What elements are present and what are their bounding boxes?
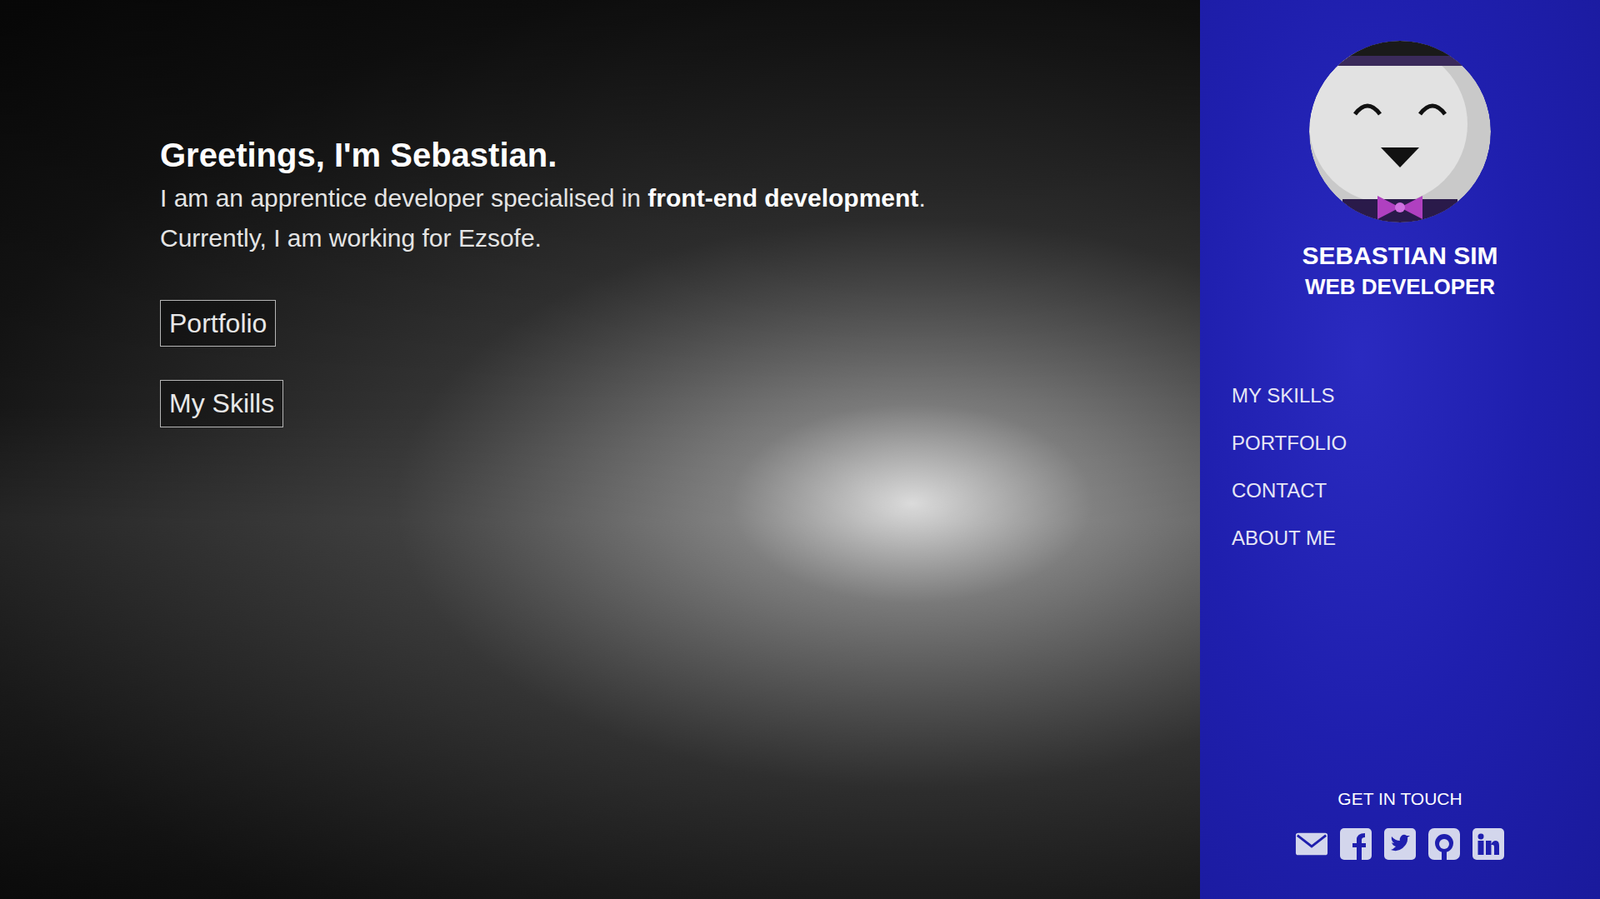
twitter-icon[interactable]	[1383, 827, 1417, 861]
hero-intro: I am an apprentice developer specialised…	[160, 178, 926, 259]
profile-role: WEB DEVELOPER	[1305, 274, 1495, 300]
social-links	[1295, 827, 1505, 861]
sidebar-item[interactable]: PORTFOLIO	[1231, 430, 1600, 456]
sidebar-item[interactable]: MY SKILLS	[1231, 383, 1600, 409]
hero-content: Greetings, I'm Sebastian. I am an apprent…	[0, 0, 1200, 428]
contact-section: GET IN TOUCH	[1200, 788, 1600, 861]
avatar-icon	[1309, 40, 1491, 223]
hero-button[interactable]: My Skills	[160, 380, 284, 427]
background-photo	[0, 0, 1200, 899]
sidebar-item[interactable]: ABOUT ME	[1231, 525, 1600, 551]
sidebar-nav: MY SKILLS PORTFOLIO CONTACT ABOUT ME	[1200, 383, 1600, 551]
email-icon[interactable]	[1295, 827, 1329, 861]
facebook-icon[interactable]	[1339, 827, 1373, 861]
hero-section: Greetings, I'm Sebastian. I am an apprent…	[0, 0, 1200, 899]
sidebar: SEBASTIAN SIM WEB DEVELOPER MY SKILLS PORTF…	[1200, 0, 1600, 899]
intro-segment: .	[918, 184, 925, 212]
intro-line: I am an apprentice developer specialised…	[160, 178, 926, 219]
hero-button[interactable]: Portfolio	[160, 300, 276, 347]
contact-heading: GET IN TOUCH	[1337, 788, 1462, 810]
hero-buttons: Portfolio My Skills	[160, 300, 284, 428]
hero-title: Greetings, I'm Sebastian.	[160, 135, 557, 175]
intro-segment: front-end development	[647, 184, 919, 212]
profile-name: SEBASTIAN SIM	[1301, 240, 1498, 271]
github-icon[interactable]	[1427, 827, 1461, 861]
page: Greetings, I'm Sebastian. I am an apprent…	[0, 0, 1600, 899]
intro-segment: Currently, I am working for Ezsofe.	[160, 224, 542, 252]
intro-line: Currently, I am working for Ezsofe.	[160, 218, 926, 259]
intro-segment: I am an apprentice developer specialised…	[160, 184, 648, 212]
linkedin-icon[interactable]	[1471, 827, 1505, 861]
sidebar-item[interactable]: CONTACT	[1231, 478, 1600, 504]
profile: SEBASTIAN SIM WEB DEVELOPER	[1200, 0, 1600, 300]
